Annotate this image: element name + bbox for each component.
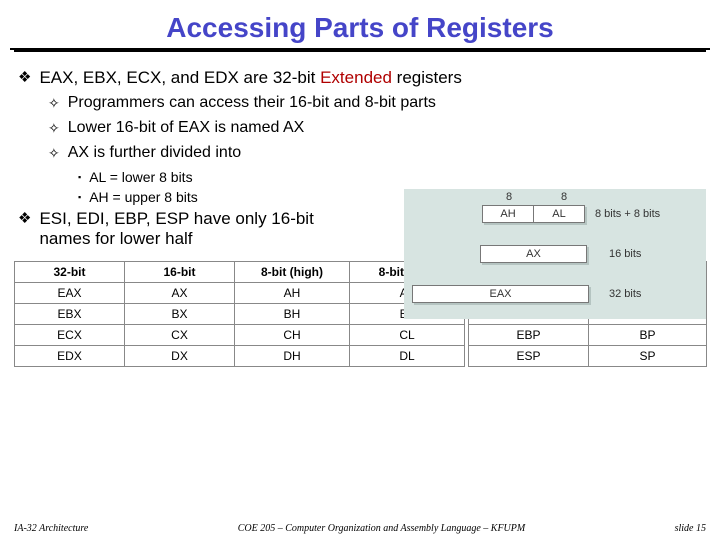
register-diagram: 8 8 AH AL 8 bits + 8 bits AX 16 bits EAX…	[404, 189, 706, 319]
ext-word: Extended	[320, 68, 392, 87]
bullet-text: AX is further divided into	[68, 144, 241, 162]
bullet-sub-1: ✧ Programmers can access their 16-bit an…	[48, 94, 704, 113]
reg-cell: CX	[125, 325, 235, 346]
footer-right: slide 15	[675, 523, 706, 534]
bullet-text: Lower 16-bit of EAX is named AX	[68, 119, 305, 137]
bits-note: 16 bits	[609, 248, 641, 260]
diamond-open-icon: ✧	[48, 94, 60, 113]
bullet-text: ESI, EDI, EBP, ESP have only 16-bit name…	[39, 209, 348, 249]
reg-cell: EBX	[15, 304, 125, 325]
reg-cell: AH	[235, 283, 350, 304]
txt: registers	[392, 68, 462, 87]
reg-cell: AX	[125, 283, 235, 304]
bit-label-8: 8	[561, 191, 567, 203]
slide-footer: IA-32 Architecture COE 205 – Computer Or…	[0, 523, 720, 534]
reg-cell: ESP	[469, 346, 589, 367]
footer-center: COE 205 – Computer Organization and Asse…	[88, 523, 674, 534]
diamond-open-icon: ✧	[48, 119, 60, 138]
bullet-text: AH = upper 8 bits	[89, 189, 198, 205]
bullet-text: Programmers can access their 16-bit and …	[68, 94, 436, 112]
reg-cell: CH	[235, 325, 350, 346]
bits-note: 8 bits + 8 bits	[595, 208, 660, 220]
table-row: EDXDXDHDLESPSP	[15, 346, 707, 367]
bits-note: 32 bits	[609, 288, 641, 300]
diamond-icon: ❖	[18, 68, 31, 88]
reg-cell: CL	[350, 325, 465, 346]
bullet-sub-2: ✧ Lower 16-bit of EAX is named AX	[48, 119, 704, 138]
reg-cell: BH	[235, 304, 350, 325]
bit-label-8: 8	[506, 191, 512, 203]
page-title: Accessing Parts of Registers	[10, 6, 710, 50]
footer-left: IA-32 Architecture	[14, 523, 88, 534]
bullet-main-1: ❖ EAX, EBX, ECX, and EDX are 32-bit Exte…	[18, 68, 704, 88]
diamond-open-icon: ✧	[48, 144, 60, 163]
txt: EAX, EBX, ECX, and EDX are 32-bit	[39, 68, 320, 87]
table-row: ECXCXCHCLEBPBP	[15, 325, 707, 346]
square-icon: ▪	[78, 169, 81, 185]
bullet-main-2: ❖ ESI, EDI, EBP, ESP have only 16-bit na…	[18, 209, 348, 249]
bullet-sub2-1: ▪ AL = lower 8 bits	[78, 169, 704, 185]
square-icon: ▪	[78, 189, 81, 205]
col-32bit: 32-bit	[15, 262, 125, 283]
reg-cell: EDX	[15, 346, 125, 367]
reg-cell: BP	[589, 325, 707, 346]
reg-ax: AX	[480, 245, 587, 263]
reg-cell: BX	[125, 304, 235, 325]
reg-cell: DL	[350, 346, 465, 367]
reg-cell: ECX	[15, 325, 125, 346]
bullet-text: EAX, EBX, ECX, and EDX are 32-bit Extend…	[39, 68, 461, 88]
reg-cell: EBP	[469, 325, 589, 346]
reg-ah: AH	[482, 205, 534, 223]
bullet-text: AL = lower 8 bits	[89, 169, 192, 185]
reg-cell: EAX	[15, 283, 125, 304]
slide: Accessing Parts of Registers ❖ EAX, EBX,…	[0, 0, 720, 540]
bullet-sub-3: ✧ AX is further divided into	[48, 144, 704, 163]
reg-cell: SP	[589, 346, 707, 367]
diamond-icon: ❖	[18, 209, 31, 229]
reg-al: AL	[533, 205, 585, 223]
reg-cell: DH	[235, 346, 350, 367]
col-16bit: 16-bit	[125, 262, 235, 283]
reg-cell: DX	[125, 346, 235, 367]
col-8high: 8-bit (high)	[235, 262, 350, 283]
reg-eax: EAX	[412, 285, 589, 303]
